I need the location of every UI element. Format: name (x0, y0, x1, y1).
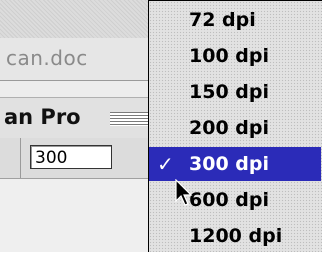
panel-background (0, 179, 160, 252)
checkmark-icon: ✓ (157, 152, 174, 176)
arrow-pointer-icon (175, 179, 193, 206)
menu-item-72-dpi[interactable]: 72 dpi (149, 3, 321, 37)
menu-item-300-dpi[interactable]: ✓ 300 dpi (149, 147, 321, 181)
divider (20, 138, 21, 178)
document-title-area: can.doc (0, 38, 170, 81)
app-name-label: an Pro (4, 105, 81, 129)
document-title: can.doc (6, 46, 88, 70)
resolution-row: 300 (0, 138, 160, 179)
spacer (0, 81, 160, 97)
app-toolbar: an Pro (0, 97, 170, 139)
menu-item-200-dpi[interactable]: 200 dpi (149, 111, 321, 145)
menu-item-150-dpi[interactable]: 150 dpi (149, 75, 321, 109)
menu-item-100-dpi[interactable]: 100 dpi (149, 39, 321, 73)
dpi-dropdown-menu[interactable]: 72 dpi 100 dpi 150 dpi 200 dpi ✓ 300 dpi… (148, 0, 322, 252)
resolution-input[interactable]: 300 (30, 145, 112, 169)
menu-item-1200-dpi[interactable]: 1200 dpi (149, 219, 321, 253)
